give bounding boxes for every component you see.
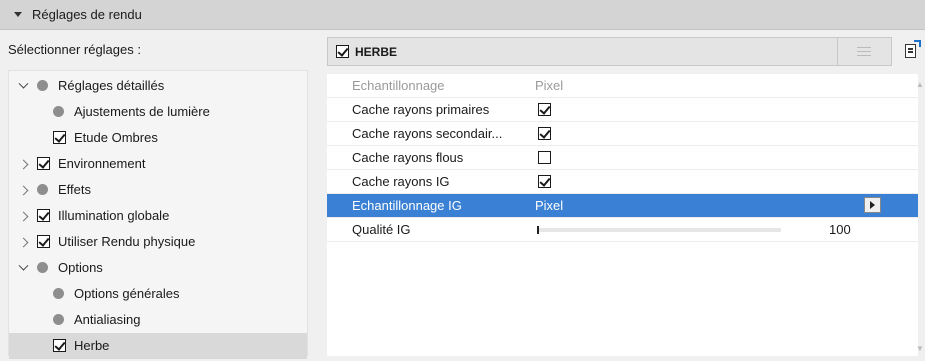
tree-item-label: Utiliser Rendu physique — [58, 234, 196, 249]
tree-checkbox[interactable] — [53, 131, 66, 144]
property-row: Echantillonnage Pixel — [327, 74, 918, 98]
property-name: Cache rayons secondair... — [352, 126, 503, 141]
status-dot-icon — [53, 106, 64, 117]
tree-item-etude-ombres[interactable]: Etude Ombres — [9, 125, 307, 151]
tree-checkbox[interactable] — [53, 339, 66, 352]
tree-item-label: Effets — [58, 182, 92, 197]
tree-item-label: Ajustements de lumière — [74, 104, 210, 119]
tree-item-environnement[interactable]: Environnement — [9, 151, 307, 177]
tree-item-label: Environnement — [58, 156, 146, 171]
property-checkbox[interactable] — [538, 103, 551, 116]
tree-item-label: Illumination globale — [58, 208, 170, 223]
tree-checkbox[interactable] — [37, 209, 50, 222]
tree-item-label: Herbe — [74, 338, 110, 353]
quality-slider[interactable] — [537, 226, 781, 234]
status-dot-icon — [53, 288, 64, 299]
property-checkbox[interactable] — [538, 175, 551, 188]
tree-item-label: Etude Ombres — [74, 130, 158, 145]
scroll-down-icon[interactable]: ▼ — [916, 344, 924, 353]
property-row[interactable]: Echantillonnage IG Pixel — [327, 194, 918, 218]
property-name: Cache rayons flous — [352, 150, 464, 165]
property-name: Cache rayons primaires — [352, 102, 490, 117]
tree-item-label: Options générales — [74, 286, 180, 301]
tree-item-label: Antialiasing — [74, 312, 141, 327]
property-row[interactable]: Cache rayons secondair... — [327, 122, 918, 146]
property-name: Cache rayons IG — [352, 174, 450, 189]
slider-value: 100 — [829, 222, 851, 237]
tree-checkbox[interactable] — [37, 157, 50, 170]
property-value[interactable]: Pixel — [535, 198, 563, 213]
chevron-down-icon[interactable] — [17, 262, 29, 274]
collapse-triangle-icon[interactable] — [14, 12, 22, 17]
tree-checkbox[interactable] — [37, 235, 50, 248]
chevron-right-icon[interactable] — [17, 158, 29, 170]
status-dot-icon — [37, 262, 48, 273]
settings-header: HERBE — [327, 37, 892, 66]
tree-item-label: Options — [58, 260, 103, 275]
property-name: Qualité IG — [352, 222, 411, 237]
property-row[interactable]: Cache rayons flous — [327, 146, 918, 170]
property-row[interactable]: Cache rayons IG — [327, 170, 918, 194]
property-checkbox[interactable] — [538, 127, 551, 140]
property-name: Echantillonnage — [352, 78, 445, 93]
property-row[interactable]: Cache rayons primaires — [327, 98, 918, 122]
status-dot-icon — [53, 314, 64, 325]
properties-list: Echantillonnage Pixel Cache rayons primair… — [327, 74, 918, 356]
settings-tree[interactable]: Réglages détaillés Ajustements de lumière… — [8, 70, 308, 359]
document-link-icon[interactable] — [905, 40, 921, 60]
tree-item-r-glages-d-taill-s[interactable]: Réglages détaillés — [9, 73, 307, 99]
chevron-right-icon[interactable] — [17, 210, 29, 222]
tree-item-effets[interactable]: Effets — [9, 177, 307, 203]
tree-item-options-g-n-rales[interactable]: Options générales — [9, 281, 307, 307]
panel-title: Réglages de rendu — [32, 7, 142, 22]
list-view-button[interactable] — [837, 38, 890, 65]
header-checkbox[interactable] — [336, 45, 349, 58]
select-settings-label: Sélectionner réglages : — [8, 42, 141, 57]
tree-item-illumination-globale[interactable]: Illumination globale — [9, 203, 307, 229]
chevron-right-icon[interactable] — [17, 236, 29, 248]
list-view-icon — [857, 46, 871, 57]
tree-item-herbe[interactable]: Herbe — [9, 333, 307, 359]
status-dot-icon — [37, 80, 48, 91]
property-name: Echantillonnage IG — [352, 198, 462, 213]
tree-item-ajustements-de-lumi-re[interactable]: Ajustements de lumière — [9, 99, 307, 125]
status-dot-icon — [37, 184, 48, 195]
header-name: HERBE — [355, 45, 398, 59]
property-checkbox[interactable] — [538, 151, 551, 164]
popup-arrow-button[interactable] — [864, 197, 881, 213]
property-row[interactable]: Qualité IG 100 — [327, 218, 918, 242]
panel-header[interactable]: Réglages de rendu — [0, 0, 925, 30]
chevron-down-icon[interactable] — [17, 80, 29, 92]
tree-item-options[interactable]: Options — [9, 255, 307, 281]
slider-handle[interactable] — [537, 226, 539, 234]
tree-item-label: Réglages détaillés — [58, 78, 165, 93]
scroll-up-icon[interactable]: ▲ — [916, 80, 924, 89]
tree-item-antialiasing[interactable]: Antialiasing — [9, 307, 307, 333]
property-value: Pixel — [535, 78, 564, 93]
tree-item-utiliser-rendu-physique[interactable]: Utiliser Rendu physique — [9, 229, 307, 255]
chevron-right-icon[interactable] — [17, 184, 29, 196]
